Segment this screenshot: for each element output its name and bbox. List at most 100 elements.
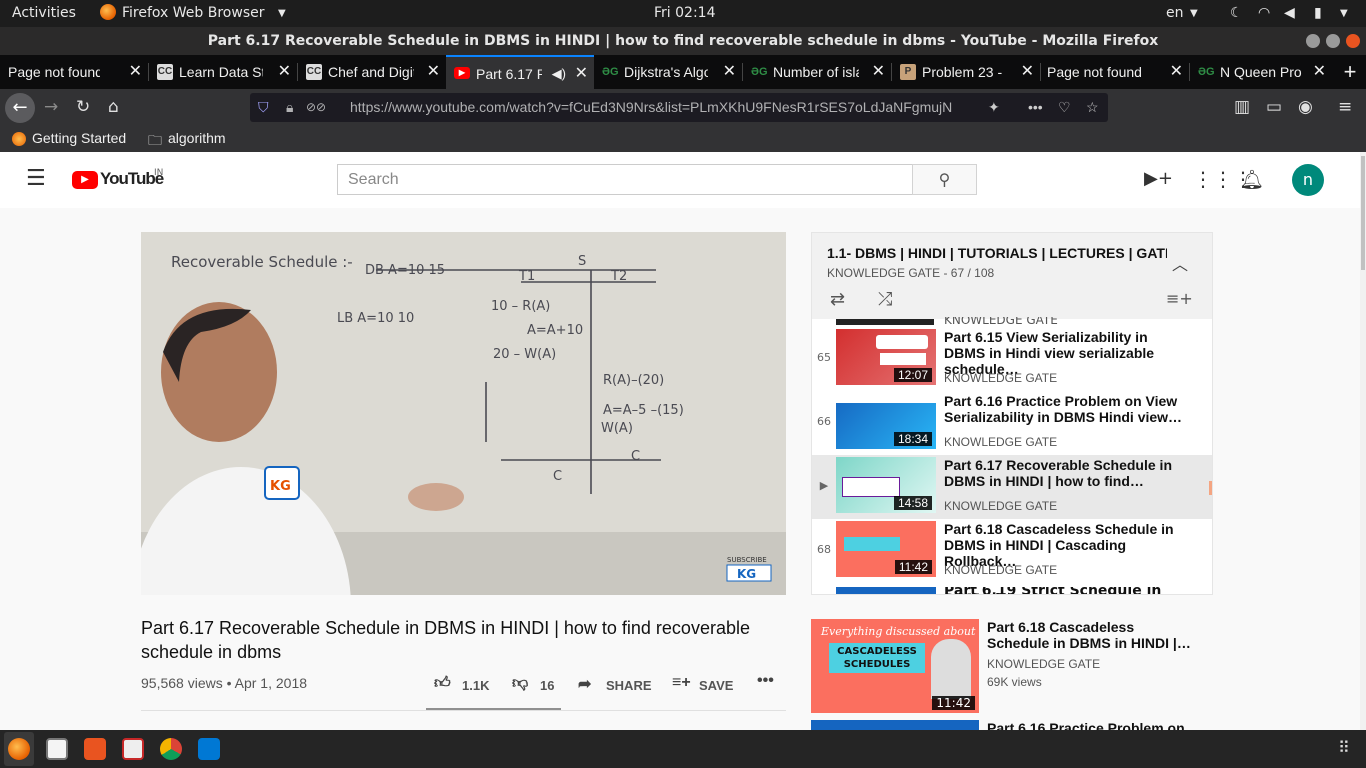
- minimize-button[interactable]: [1306, 34, 1320, 48]
- playlist-item-current[interactable]: ▶ 14:58 Part 6.17 Recoverable Schedule i…: [812, 455, 1212, 519]
- thumbs-up-icon[interactable]: 👍︎: [434, 674, 451, 693]
- account-icon[interactable]: ◉: [1298, 97, 1313, 117]
- url-text[interactable]: https://www.youtube.com/watch?v=fCuEd3N9…: [350, 93, 990, 122]
- chevron-down-icon[interactable]: ▼: [1340, 8, 1348, 19]
- close-tab-icon[interactable]: ✕: [427, 55, 440, 89]
- playlist-item[interactable]: 65 12:07 Part 6.15 View Serializability …: [812, 327, 1212, 391]
- hamburger-menu-icon[interactable]: ☰: [26, 166, 46, 191]
- close-window-button[interactable]: [1346, 34, 1360, 48]
- video-player[interactable]: T1 T2 S DB A=10 15 LB A=10 10 10 – R(A) A=…: [141, 232, 786, 595]
- playlist-item-channel[interactable]: KNOWLEDGE GATE: [944, 371, 1057, 385]
- forward-button[interactable]: →: [44, 97, 58, 117]
- shield-icon[interactable]: ⛉: [258, 93, 269, 122]
- recommended-title[interactable]: Part 6.16 Practice Problem on: [987, 720, 1197, 730]
- back-button[interactable]: ←: [5, 93, 35, 123]
- playlist-meta[interactable]: KNOWLEDGE GATE - 67 / 108: [827, 266, 994, 280]
- like-count[interactable]: 1.1K: [462, 678, 489, 693]
- activities-button[interactable]: Activities: [12, 5, 76, 21]
- video-thumbnail[interactable]: [811, 720, 979, 730]
- tab-n-queen[interactable]: ƏG N Queen Problem ✕: [1190, 55, 1332, 89]
- vscode-icon[interactable]: [198, 738, 220, 760]
- share-button[interactable]: SHARE: [606, 678, 652, 693]
- close-tab-icon[interactable]: ✕: [1313, 55, 1326, 89]
- maximize-button[interactable]: [1326, 34, 1340, 48]
- collapse-chevron-icon[interactable]: ︿: [1172, 251, 1188, 275]
- playlist-item[interactable]: 68 11:42 Part 6.18 Cascadeless Schedule …: [812, 519, 1212, 583]
- more-actions-icon[interactable]: •••: [757, 672, 774, 690]
- firefox-icon[interactable]: [8, 738, 30, 760]
- close-tab-icon[interactable]: ✕: [278, 55, 291, 89]
- tab-dijkstra[interactable]: ƏG Dijkstra's Algorithm ✕: [594, 55, 742, 89]
- page-actions-icon[interactable]: •••: [1028, 93, 1043, 122]
- playlist-item-channel[interactable]: KNOWLEDGE GATE: [944, 563, 1057, 577]
- volume-icon[interactable]: ◀: [1284, 5, 1295, 21]
- sidebar-icon[interactable]: ▭: [1266, 97, 1282, 117]
- menu-icon[interactable]: ≡: [1338, 97, 1352, 117]
- home-button[interactable]: ⌂: [108, 97, 119, 117]
- extension-icon[interactable]: ✦: [988, 93, 1000, 122]
- playlist-title[interactable]: 1.1- DBMS | HINDI | TUTORIALS | LECTURES…: [827, 245, 1167, 261]
- pocket-icon[interactable]: ♡: [1058, 93, 1071, 122]
- share-icon[interactable]: ➦: [578, 674, 591, 694]
- avatar[interactable]: n: [1292, 164, 1324, 196]
- close-tab-icon[interactable]: ✕: [723, 55, 736, 89]
- add-to-playlist-icon[interactable]: ≡+: [672, 674, 691, 692]
- recommended-video[interactable]: Everything discussed about CASCADELESS S…: [811, 619, 1213, 713]
- battery-icon[interactable]: ▮: [1314, 5, 1322, 21]
- show-apps-icon[interactable]: ⠿: [1338, 738, 1350, 757]
- create-video-icon[interactable]: ▶︎+: [1144, 168, 1173, 189]
- bookmark-getting-started[interactable]: Getting Started: [32, 130, 126, 146]
- playlist-item-title[interactable]: Part 6.16 Practice Problem on View Seria…: [944, 393, 1189, 425]
- tab-project-euler[interactable]: P Problem 23 - Project Euler ✕: [892, 55, 1040, 89]
- close-tab-icon[interactable]: ✕: [1170, 55, 1183, 89]
- search-input[interactable]: Search: [337, 164, 913, 195]
- shuffle-icon[interactable]: ⤮: [878, 289, 892, 310]
- youtube-logo-icon[interactable]: ▶: [72, 171, 98, 189]
- dislike-count[interactable]: 16: [540, 678, 554, 693]
- loop-icon[interactable]: ⇄: [830, 289, 845, 310]
- notifications-bell-icon[interactable]: 🔔︎: [1240, 168, 1264, 191]
- files-icon[interactable]: [46, 738, 68, 760]
- library-icon[interactable]: ▥: [1234, 97, 1250, 117]
- chrome-icon[interactable]: [160, 738, 182, 760]
- reload-button[interactable]: ↻: [76, 97, 90, 117]
- night-light-icon[interactable]: ☾: [1230, 5, 1243, 21]
- clock[interactable]: Fri 02:14: [654, 5, 715, 21]
- tab-active-youtube[interactable]: ▶ Part 6.17 Recoverable ◀) ✕: [446, 55, 594, 89]
- tab-page-not-found[interactable]: Page not found ✕: [0, 55, 148, 89]
- bookmark-star-icon[interactable]: ☆: [1086, 93, 1099, 122]
- page-scrollbar[interactable]: [1360, 152, 1366, 730]
- thumbs-down-icon[interactable]: 👎︎: [512, 674, 528, 693]
- playlist-item-title[interactable]: Part 6.18 Cascadeless Schedule in DBMS i…: [944, 521, 1189, 569]
- software-center-icon[interactable]: [84, 738, 106, 760]
- save-playlist-icon[interactable]: ≡+: [1166, 289, 1193, 308]
- language-indicator[interactable]: en: [1166, 5, 1184, 21]
- permissions-icon[interactable]: ⊘⊘: [306, 93, 326, 122]
- video-thumbnail[interactable]: 11:42: [836, 521, 936, 577]
- recommended-video[interactable]: Part 6.16 Practice Problem on: [811, 720, 1213, 730]
- new-tab-button[interactable]: +: [1338, 55, 1362, 89]
- close-tab-icon[interactable]: ✕: [1021, 55, 1034, 89]
- tab-chef-and-digits[interactable]: CC Chef and Digits ✕: [298, 55, 446, 89]
- bookmark-folder-algorithm[interactable]: algorithm: [168, 130, 226, 146]
- save-button[interactable]: SAVE: [699, 678, 733, 693]
- lock-icon[interactable]: 🔒︎: [286, 93, 293, 122]
- playlist-item-title[interactable]: Part 6.15 View Serializability in DBMS i…: [944, 329, 1189, 377]
- wifi-icon[interactable]: ◠: [1258, 5, 1270, 21]
- app-menu[interactable]: Firefox Web Browser: [122, 5, 265, 21]
- tab-page-not-found-2[interactable]: Page not found ✕: [1041, 55, 1189, 89]
- playlist-scrollbar[interactable]: [1209, 481, 1212, 495]
- recommended-channel[interactable]: KNOWLEDGE GATE: [987, 657, 1100, 671]
- search-button[interactable]: ⚲: [912, 164, 977, 195]
- video-thumbnail[interactable]: 14:58: [836, 457, 936, 513]
- url-bar[interactable]: ⛉ 🔒︎ ⊘⊘ https://www.youtube.com/watch?v=…: [250, 93, 1108, 122]
- partial-title[interactable]: Part 6.19 Strict Schedule in DBMS i: [944, 587, 1212, 594]
- playlist-item-channel[interactable]: KNOWLEDGE GATE: [944, 435, 1057, 449]
- video-thumbnail[interactable]: 18:34: [836, 393, 936, 449]
- text-editor-icon[interactable]: [122, 738, 144, 760]
- playlist-item-channel[interactable]: KNOWLEDGE GATE: [944, 499, 1057, 513]
- video-thumbnail[interactable]: Everything discussed about CASCADELESS S…: [811, 619, 979, 713]
- tab-learn-data-structures[interactable]: CC Learn Data Structures ✕: [149, 55, 297, 89]
- tab-number-of-islands[interactable]: ƏG Number of islands ✕: [743, 55, 891, 89]
- playlist-item-title[interactable]: Part 6.17 Recoverable Schedule in DBMS i…: [944, 457, 1189, 489]
